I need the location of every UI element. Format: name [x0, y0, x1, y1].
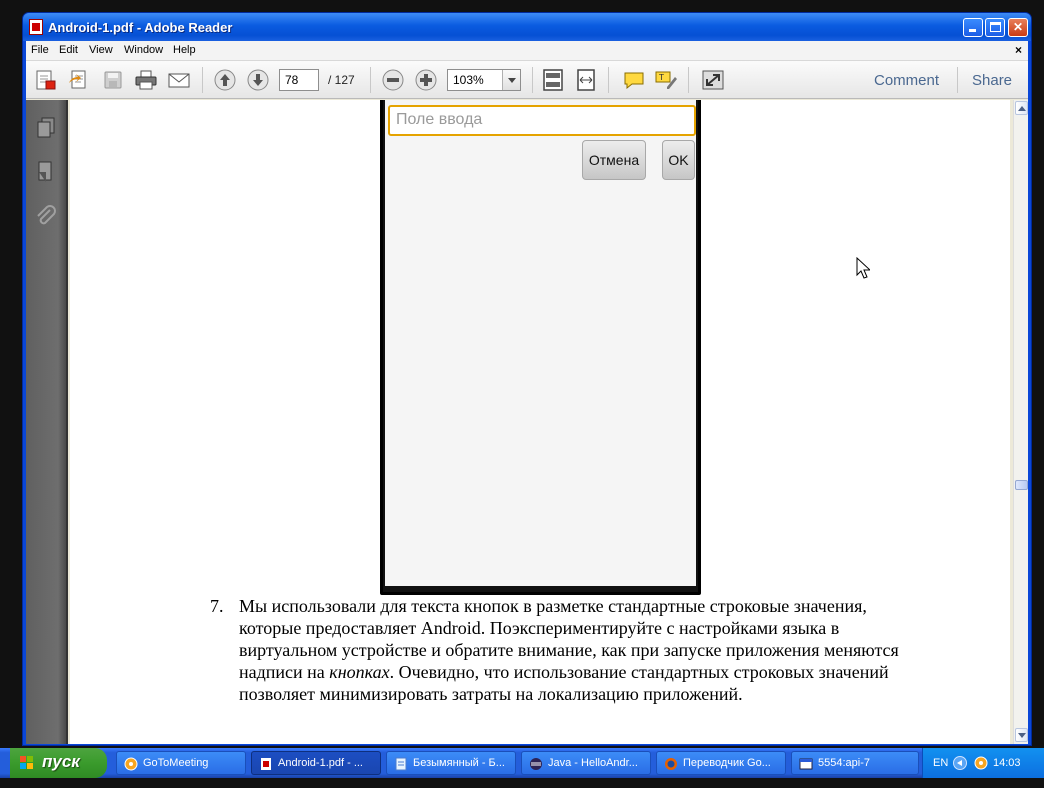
zoom-value: 103%: [453, 73, 484, 87]
menu-view[interactable]: View: [89, 44, 113, 56]
zoom-select[interactable]: 103%: [447, 69, 521, 91]
email-icon[interactable]: [167, 69, 191, 91]
window-titlebar[interactable]: Android-1.pdf - Adobe Reader ✕: [23, 13, 1031, 41]
minimize-button[interactable]: [963, 18, 983, 37]
toolbar-separator: [202, 67, 203, 93]
notepad-icon: [395, 757, 407, 771]
gotomeeting-icon: [124, 757, 138, 771]
toolbar-separator: [957, 67, 958, 93]
system-tray: EN 14:03: [922, 748, 1044, 778]
show-hidden-icons-icon[interactable]: [953, 756, 967, 770]
maximize-button[interactable]: [985, 18, 1005, 37]
toolbar-separator: [532, 67, 533, 93]
emulator-window-icon: [799, 758, 813, 770]
minimize-icon: [969, 29, 976, 32]
adobe-reader-window: Android-1.pdf - Adobe Reader ✕ File Edit…: [22, 12, 1032, 746]
scrollbar-thumb[interactable]: [1015, 480, 1028, 490]
menu-file[interactable]: File: [31, 44, 49, 56]
taskbar-item-label: Переводчик Go...: [683, 757, 771, 769]
start-label: пуск: [42, 752, 80, 771]
chevron-down-icon[interactable]: [502, 70, 520, 90]
fit-page-icon[interactable]: [541, 69, 565, 91]
firefox-icon: [665, 758, 677, 770]
svg-text:T: T: [658, 73, 664, 82]
main-toolbar: 78 / 127 103% T Comment Share: [26, 61, 1028, 99]
toolbar-separator: [370, 67, 371, 93]
phone-screen: Поле ввода Отмена OK: [385, 100, 696, 586]
close-window-button[interactable]: ✕: [1008, 18, 1028, 37]
taskbar-item-translator[interactable]: Переводчик Go...: [656, 751, 786, 775]
comment-button[interactable]: Comment: [874, 72, 939, 89]
zoom-in-icon[interactable]: [414, 69, 438, 91]
fit-width-icon[interactable]: [574, 69, 598, 91]
save-icon[interactable]: [101, 69, 125, 91]
taskbar-item-notepad[interactable]: Безымянный - Б...: [386, 751, 516, 775]
phone-input-field: Поле ввода: [388, 105, 696, 136]
maximize-icon: [990, 22, 1001, 32]
toolbar-separator: [608, 67, 609, 93]
full-screen-icon[interactable]: [701, 69, 725, 91]
taskbar-item-label: Android-1.pdf - ...: [278, 757, 363, 769]
close-document-button[interactable]: ×: [1015, 43, 1022, 57]
next-page-icon[interactable]: [246, 69, 270, 91]
windows-logo-icon: [20, 756, 35, 770]
window-title: Android-1.pdf - Adobe Reader: [48, 20, 233, 35]
share-button[interactable]: Share: [972, 72, 1012, 89]
taskbar-item-adobe-reader[interactable]: Android-1.pdf - ...: [251, 751, 381, 775]
previous-page-icon[interactable]: [213, 69, 237, 91]
print-icon[interactable]: [134, 69, 158, 91]
taskbar-item-eclipse[interactable]: Java - HelloAndr...: [521, 751, 651, 775]
document-view[interactable]: Поле ввода Отмена OK 7. Мы использовали …: [70, 100, 1010, 744]
highlight-text-icon[interactable]: T: [654, 69, 678, 91]
window-client: File Edit View Window Help × 78 / 127 10…: [26, 41, 1028, 744]
phone-ok-button: OK: [662, 140, 695, 180]
page-number-input[interactable]: 78: [279, 69, 319, 91]
phone-screenshot: Поле ввода Отмена OK: [380, 100, 701, 595]
list-item-text: Мы использовали для текста кнопок в разм…: [239, 595, 929, 705]
scroll-up-button[interactable]: [1015, 101, 1028, 115]
list-item-number: 7.: [210, 596, 224, 616]
bookmarks-icon[interactable]: [34, 160, 58, 184]
menu-bar: File Edit View Window Help ×: [26, 41, 1028, 61]
eclipse-icon: [530, 758, 542, 770]
pdf-icon: [261, 758, 271, 770]
toolbar-separator: [688, 67, 689, 93]
taskbar-item-gotomeeting[interactable]: GoToMeeting: [116, 751, 246, 775]
taskbar-item-label: 5554:api-7: [818, 757, 870, 769]
phone-cancel-button: Отмена: [582, 140, 646, 180]
navigation-panel: [26, 100, 68, 744]
open-icon[interactable]: [67, 69, 91, 91]
pdf-app-icon: [29, 19, 43, 35]
pages-icon[interactable]: [34, 116, 58, 140]
desktop-screen: Android-1.pdf - Adobe Reader ✕ File Edit…: [0, 0, 1044, 788]
gotomeeting-tray-icon[interactable]: [973, 755, 989, 771]
page-total-label: / 127: [328, 73, 355, 87]
clock[interactable]: 14:03: [993, 757, 1021, 769]
create-pdf-icon[interactable]: [34, 69, 58, 91]
scroll-down-button[interactable]: [1015, 728, 1028, 742]
taskbar-item-label: Java - HelloAndr...: [548, 757, 638, 769]
taskbar-item-emulator[interactable]: 5554:api-7: [791, 751, 919, 775]
menu-help[interactable]: Help: [173, 44, 196, 56]
start-button[interactable]: пуск: [10, 748, 107, 778]
taskbar-item-label: Безымянный - Б...: [413, 757, 505, 769]
paragraph-italic-text: кнопках: [329, 662, 390, 682]
language-indicator[interactable]: EN: [933, 757, 948, 769]
menu-edit[interactable]: Edit: [59, 44, 78, 56]
mouse-cursor-icon: [856, 257, 870, 279]
zoom-out-icon[interactable]: [381, 69, 405, 91]
attachments-icon[interactable]: [34, 204, 58, 228]
taskbar-item-label: GoToMeeting: [143, 757, 209, 769]
menu-window[interactable]: Window: [124, 44, 163, 56]
sticky-note-icon[interactable]: [622, 69, 646, 91]
taskbar: пуск GoToMeeting Android-1.pdf - ... Без…: [0, 748, 1044, 778]
vertical-scrollbar[interactable]: [1013, 100, 1028, 744]
